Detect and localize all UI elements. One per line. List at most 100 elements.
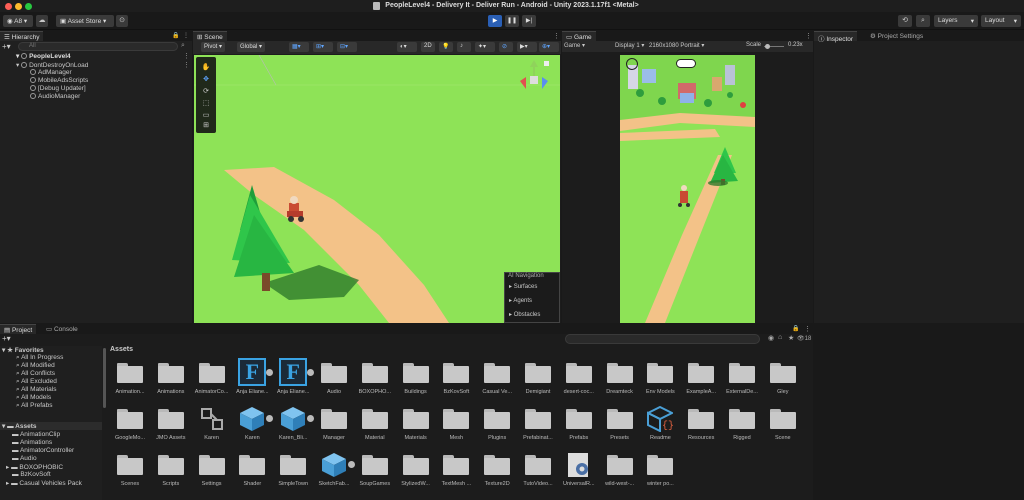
history-icon[interactable]: ⟲ — [898, 15, 912, 27]
asset-item[interactable]: wild-west-... — [600, 450, 640, 494]
play-button[interactable]: ▶ — [488, 15, 502, 27]
game-mode-dropdown[interactable]: Game ▾ — [564, 42, 585, 49]
assets-root[interactable]: ▾ ▬ Assets — [0, 422, 102, 430]
ai-nav-item-agents[interactable]: ▸ Agents — [509, 297, 532, 304]
asset-item[interactable]: GoogleMo... — [110, 404, 150, 448]
hierarchy-item[interactable]: [Debug Updater] — [30, 85, 86, 92]
asset-item[interactable]: BOXOPHO... — [355, 358, 395, 402]
hidden-count[interactable]: 👁18 — [797, 335, 811, 342]
mode-2d-button[interactable]: 2D — [421, 42, 435, 52]
asset-item[interactable]: Scene — [763, 404, 803, 448]
asset-item[interactable]: Env Models — [640, 358, 680, 402]
favorite-item[interactable]: ⌕ All Excluded — [16, 378, 57, 386]
favorite-item[interactable]: ⌕ All Modified — [16, 362, 55, 370]
restart-icon[interactable] — [626, 58, 638, 70]
sidebar-scrollbar[interactable] — [103, 348, 106, 408]
asset-item[interactable]: F Anja Eliane... — [273, 358, 315, 402]
asset-item[interactable]: Buildings — [396, 358, 436, 402]
rect-tool-icon[interactable]: ▭ — [201, 111, 211, 121]
asset-item[interactable]: SimpleTown — [273, 450, 313, 494]
favorite-item[interactable]: ⌕ All Materials — [16, 386, 57, 394]
move-tool-icon[interactable]: ✥ — [201, 75, 211, 85]
asset-item[interactable]: Prefabs — [559, 404, 599, 448]
asset-item[interactable]: Audio — [314, 358, 354, 402]
asset-item[interactable]: SoupGames — [355, 450, 395, 494]
hierarchy-item[interactable]: MobileAdsScripts — [30, 77, 88, 84]
game-more-icon[interactable]: ⋮ — [805, 32, 812, 40]
game-viewport[interactable] — [620, 55, 755, 323]
audio-icon[interactable]: ♪ — [457, 42, 471, 52]
rotate-tool-icon[interactable]: ⟳ — [201, 87, 211, 97]
effects-icon[interactable]: ✦▾ — [475, 42, 495, 52]
cloud-icon[interactable]: ☁ — [36, 15, 48, 27]
favorites-header[interactable]: ▾ ★ Favorites — [2, 346, 44, 354]
scale-slider-handle[interactable] — [765, 44, 770, 49]
tab-scene[interactable]: ⊞ Scene — [193, 31, 227, 41]
layers-dropdown[interactable]: Layers ▾ — [934, 15, 978, 27]
asset-item[interactable]: winter po... — [640, 450, 680, 494]
tab-game[interactable]: ▭ Game — [562, 31, 596, 41]
gizmos-icon[interactable]: ⊕▾ — [539, 42, 559, 52]
orientation-gizmo-icon[interactable] — [514, 59, 554, 97]
asset-item[interactable]: desert-coc... — [559, 358, 599, 402]
scene-more-icon[interactable]: ⋮ — [183, 52, 190, 60]
asset-item[interactable]: Rigged — [722, 404, 762, 448]
asset-item[interactable]: TextMesh ... — [436, 450, 476, 494]
asset-item[interactable]: SketchFab... — [314, 450, 355, 494]
grid-visibility-icon[interactable]: ⊟▾ — [337, 42, 357, 52]
asset-item[interactable]: Plugins — [477, 404, 517, 448]
collab-icon[interactable]: ⊙ — [116, 15, 128, 27]
hierarchy-item[interactable]: AudioManager — [30, 93, 80, 100]
asset-item[interactable]: Animation... — [110, 358, 150, 402]
asset-tree-item[interactable]: ▸ ▬ Casual Vehicles Pack — [6, 479, 82, 487]
asset-item[interactable]: StylizedW... — [396, 450, 436, 494]
asset-item[interactable]: Scripts — [151, 450, 191, 494]
lock-icon[interactable]: 🔒 — [792, 325, 799, 332]
asset-tree-item[interactable]: ▬ Animations — [12, 439, 52, 446]
favorite-item[interactable]: ⌕ All In Progress — [16, 354, 63, 362]
hierarchy-item[interactable]: AdManager — [30, 69, 72, 76]
asset-item[interactable]: Dreamteck — [600, 358, 640, 402]
tab-project-settings[interactable]: ⚙ Project Settings — [866, 31, 928, 41]
shading-mode-icon[interactable]: ◐▾ — [397, 42, 417, 52]
asset-item[interactable]: Material — [355, 404, 395, 448]
global-dropdown[interactable]: Global ▾ — [237, 42, 266, 52]
hierarchy-search-input[interactable]: All — [18, 42, 178, 51]
lock-icon[interactable]: 🔒 — [172, 32, 179, 39]
asset-item[interactable]: Manager — [314, 404, 354, 448]
asset-item[interactable]: {} Readme — [640, 404, 680, 448]
asset-item[interactable]: F Anja Eliane... — [232, 358, 274, 402]
dont-destroy-row[interactable]: ▾ DontDestroyOnLoad — [16, 61, 88, 69]
create-icon[interactable]: +▾ — [2, 334, 11, 343]
asset-item[interactable]: Casual Ve... — [477, 358, 517, 402]
asset-item[interactable]: TutoVideo... — [518, 450, 558, 494]
asset-item[interactable]: UniversalR... — [559, 450, 599, 494]
step-button[interactable]: ▶| — [522, 15, 536, 27]
filter-label-icon[interactable]: ⌂ — [778, 334, 782, 341]
dont-destroy-more-icon[interactable]: ⋮ — [183, 61, 190, 69]
asset-item[interactable]: Prefabinat... — [518, 404, 558, 448]
lighting-icon[interactable]: 💡 — [439, 42, 453, 52]
asset-item[interactable]: Texture2D — [477, 450, 517, 494]
ai-nav-item-surfaces[interactable]: ▸ Surfaces — [509, 283, 537, 290]
more-icon[interactable]: ⋮ — [183, 32, 189, 39]
snap-increment-icon[interactable]: ⊞▾ — [313, 42, 333, 52]
asset-tree-item[interactable]: ▬ Audio — [12, 455, 37, 462]
asset-item[interactable]: Karen — [232, 404, 274, 448]
asset-item[interactable]: Karen_Bli... — [273, 404, 315, 448]
tab-hierarchy[interactable]: ☰ Hierarchy — [0, 31, 44, 41]
account-dropdown[interactable]: ◉ A8 ▾ — [3, 15, 33, 27]
asset-item[interactable]: Resources — [681, 404, 721, 448]
tab-project[interactable]: ▤ Project — [0, 324, 37, 334]
asset-item[interactable]: ExampleA... — [681, 358, 721, 402]
breadcrumb[interactable]: Assets — [110, 346, 133, 353]
add-icon[interactable]: +▾ — [2, 42, 11, 51]
asset-item[interactable]: Animations — [151, 358, 191, 402]
asset-item[interactable]: JMO Assets — [151, 404, 191, 448]
scene-row[interactable]: ▾ PeopleLevel4 — [16, 52, 71, 60]
favorite-item[interactable]: ⌕ All Models — [16, 394, 51, 402]
scene-viewport[interactable]: ✋ ✥ ⟳ ⬚ ▭ ⊞ AI Navigation ▸ Surfaces ▸ A… — [194, 55, 560, 323]
pause-button[interactable]: ❚❚ — [505, 15, 519, 27]
asset-item[interactable]: Scenes — [110, 450, 150, 494]
asset-tree-item[interactable]: ▬ AnimationClip — [12, 431, 60, 438]
